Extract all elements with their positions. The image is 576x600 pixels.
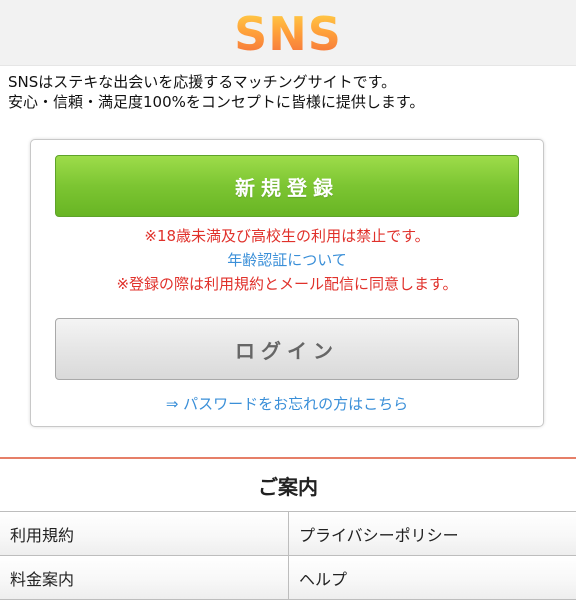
guide-item-privacy[interactable]: プライバシーポリシー: [288, 512, 576, 555]
register-button[interactable]: 新規登録: [55, 155, 519, 217]
guide-item-pricing[interactable]: 料金案内: [0, 556, 288, 599]
guide-row: 料金案内 ヘルプ: [0, 556, 576, 600]
age-verification-link[interactable]: 年齢認証について: [31, 248, 543, 272]
guide-item-help[interactable]: ヘルプ: [288, 556, 576, 599]
intro-line-2: 安心・信頼・満足度100%をコンセプトに皆様に提供します。: [8, 93, 425, 111]
terms-agreement-notice: ※登録の際は利用規約とメール配信に同意します。: [116, 275, 458, 293]
intro-line-1: SNSはステキな出会いを応援するマッチングサイトです。: [8, 73, 397, 91]
guide-menu: 利用規約 プライバシーポリシー 料金案内 ヘルプ: [0, 511, 576, 600]
site-intro: SNSはステキな出会いを応援するマッチングサイトです。 安心・信頼・満足度100…: [0, 66, 576, 112]
login-button[interactable]: ログイン: [55, 318, 519, 380]
site-header: SNS: [0, 0, 576, 66]
guide-item-terms[interactable]: 利用規約: [0, 512, 288, 555]
age-restriction-notice: ※18歳未満及び高校生の利用は禁止です。: [144, 227, 430, 245]
site-logo[interactable]: SNS: [234, 7, 342, 61]
guide-row: 利用規約 プライバシーポリシー: [0, 512, 576, 556]
guide-title: ご案内: [258, 474, 318, 499]
auth-panel: 新規登録 ※18歳未満及び高校生の利用は禁止です。 年齢認証について ※登録の際…: [30, 139, 544, 427]
forgot-password-link[interactable]: ⇒ パスワードをお忘れの方はこちら: [31, 392, 543, 416]
